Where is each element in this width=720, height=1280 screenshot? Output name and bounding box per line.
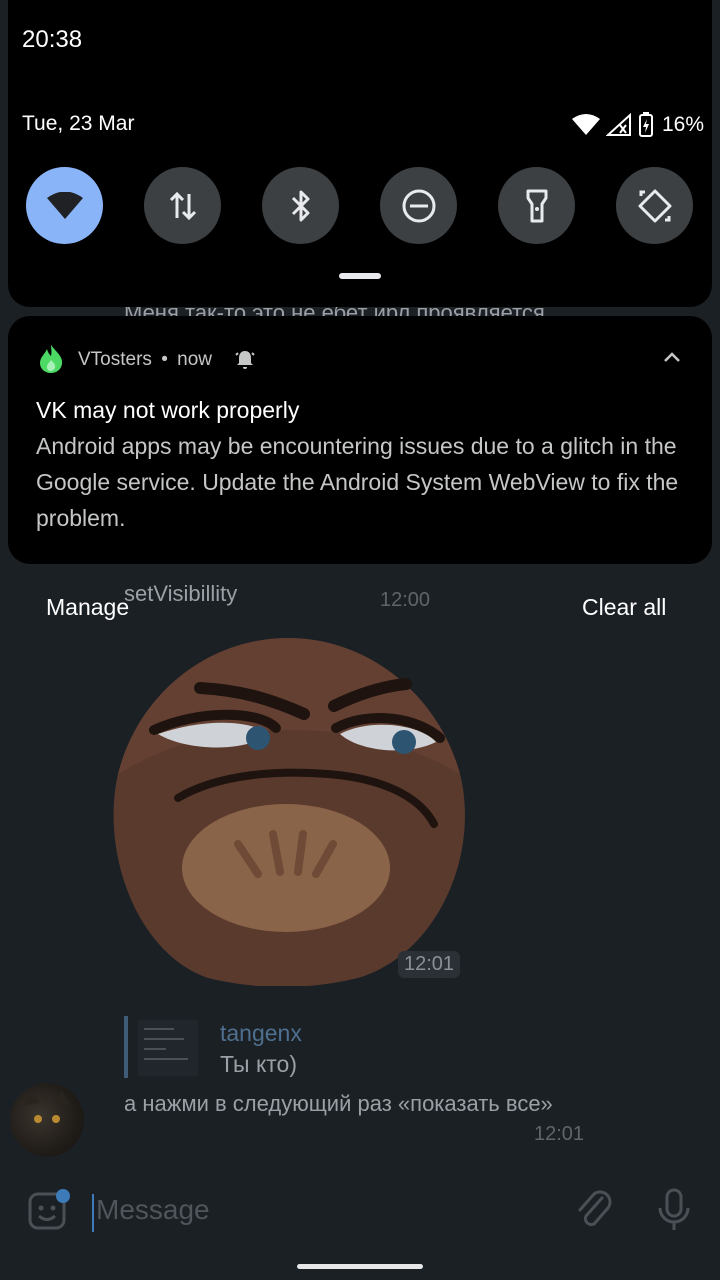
sticker-time: 12:01 (398, 951, 461, 978)
rotate-icon (638, 189, 671, 222)
tile-flashlight[interactable] (498, 167, 575, 244)
attach-icon[interactable] (574, 1188, 614, 1232)
cat-icon (24, 1091, 70, 1123)
message-time: 12:00 (380, 589, 431, 611)
battery-icon (639, 112, 653, 137)
reply-bar (124, 1016, 128, 1078)
tile-auto-rotate[interactable] (616, 167, 693, 244)
manage-button[interactable]: Manage (46, 594, 129, 621)
microphone-icon[interactable] (656, 1186, 692, 1234)
avatar[interactable] (10, 1083, 84, 1157)
reply-text: Ты кто) (220, 1051, 298, 1077)
collapse-chevron-icon[interactable] (662, 350, 682, 364)
message-input[interactable]: Message (96, 1194, 210, 1226)
app-flame-icon (40, 345, 63, 373)
reply-author[interactable]: tangenx (220, 1020, 302, 1047)
tile-do-not-disturb[interactable] (380, 167, 457, 244)
tile-bluetooth[interactable] (262, 167, 339, 244)
battery-percentage: 16% (662, 113, 705, 136)
emoji-icon[interactable] (26, 1188, 70, 1232)
notification-title: VK may not work properly (36, 397, 300, 423)
panel-drag-handle[interactable] (339, 273, 381, 279)
flashlight-icon (526, 189, 547, 222)
header-separator: • (161, 349, 168, 370)
notification-app-name: VTosters (78, 349, 152, 370)
status-icons: 16% (572, 112, 704, 138)
quick-settings-panel (8, 0, 712, 307)
notification-header: VTosters • now (78, 349, 212, 371)
clear-all-button[interactable]: Clear all (582, 594, 666, 621)
wifi-icon (46, 191, 83, 219)
notification-time: now (177, 349, 212, 370)
signal-icon (606, 113, 631, 136)
dnd-icon (402, 189, 435, 222)
bluetooth-icon (291, 190, 309, 221)
navigation-handle[interactable] (297, 1264, 423, 1269)
tile-wifi[interactable] (26, 167, 103, 244)
mobile-data-icon (169, 191, 196, 220)
wifi-status-icon (572, 114, 600, 135)
sticker-image[interactable] (108, 634, 468, 986)
status-time: 20:38 (22, 26, 83, 53)
message-time: 12:01 (534, 1123, 585, 1145)
alerting-bell-icon (235, 351, 255, 369)
reply-thumbnail (138, 1020, 198, 1076)
tile-mobile-data[interactable] (144, 167, 221, 244)
message-text: а нажми в следующий раз «показать все» (124, 1091, 553, 1116)
message-text: setVisibillity (124, 581, 238, 606)
notification-body: Android apps may be encountering issues … (36, 433, 679, 531)
date-label[interactable]: Tue, 23 Mar (22, 112, 134, 136)
message-input-bar: Message (0, 1170, 720, 1260)
